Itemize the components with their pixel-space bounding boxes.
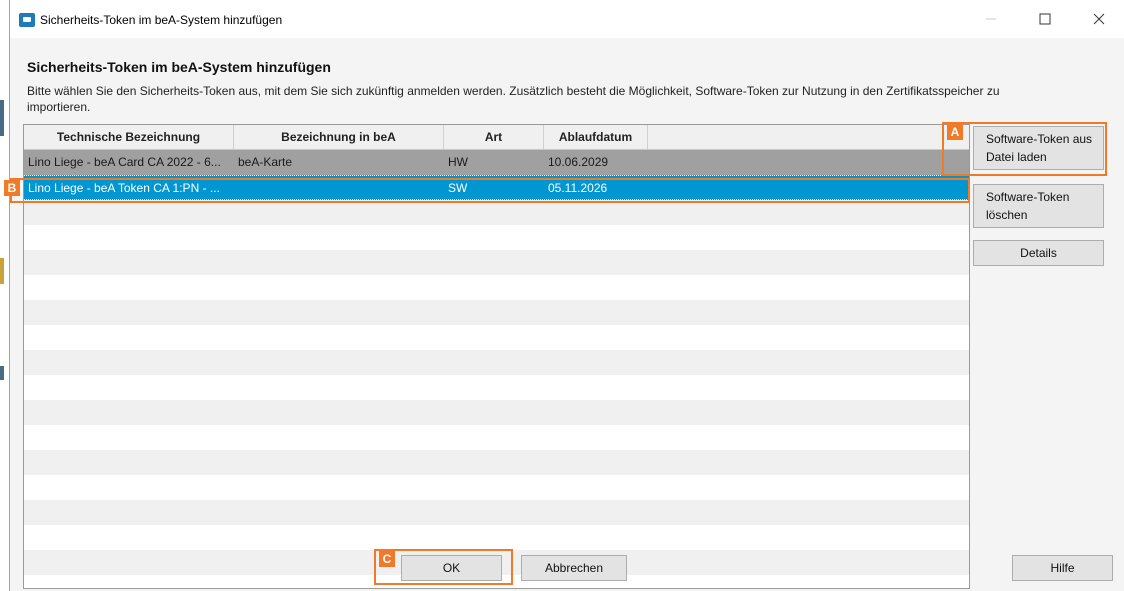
- cell-technical-name: Lino Liege - beA Card CA 2022 - 6...: [28, 155, 221, 169]
- title-bar: Sicherheits-Token im beA-System hinzufüg…: [10, 0, 1124, 38]
- empty-row: [24, 225, 969, 250]
- empty-row: [24, 300, 969, 325]
- annotation-box-b: [10, 178, 970, 203]
- empty-row: [24, 275, 969, 300]
- dialog-heading: Sicherheits-Token im beA-System hinzufüg…: [27, 59, 331, 75]
- column-header[interactable]: Art: [444, 125, 544, 149]
- column-header[interactable]: Bezeichnung in beA: [234, 125, 444, 149]
- delete-software-token-button[interactable]: Software-Token löschen: [973, 184, 1104, 228]
- cell-type: HW: [448, 155, 468, 169]
- edge-marker: [0, 100, 4, 136]
- empty-row: [24, 200, 969, 225]
- empty-row: [24, 525, 969, 550]
- close-icon[interactable]: [1076, 4, 1122, 34]
- edge-marker: [0, 258, 4, 284]
- table-body: Lino Liege - beA Card CA 2022 - 6... beA…: [24, 150, 969, 575]
- column-header: [648, 125, 969, 149]
- dialog-description: Bitte wählen Sie den Sicherheits-Token a…: [27, 84, 1000, 114]
- annotation-label-c: C: [379, 551, 395, 567]
- app-icon: [19, 13, 35, 27]
- empty-row: [24, 450, 969, 475]
- edge-marker: [0, 366, 4, 380]
- background-window-edge: [0, 0, 10, 591]
- table-row[interactable]: Lino Liege - beA Card CA 2022 - 6... beA…: [24, 150, 969, 175]
- table-header: Technische Bezeichnung Bezeichnung in be…: [24, 125, 969, 150]
- column-header[interactable]: Ablaufdatum: [544, 125, 648, 149]
- cell-empty: [648, 150, 969, 175]
- empty-row: [24, 250, 969, 275]
- empty-row: [24, 500, 969, 525]
- token-dialog: Sicherheits-Token im beA-System hinzufüg…: [4, 38, 1124, 591]
- window-title: Sicherheits-Token im beA-System hinzufüg…: [40, 13, 283, 27]
- empty-row: [24, 350, 969, 375]
- details-button[interactable]: Details: [973, 240, 1104, 266]
- empty-row: [24, 325, 969, 350]
- cell-bea-name: beA-Karte: [238, 155, 293, 169]
- empty-row: [24, 475, 969, 500]
- cell-expiry-date: 10.06.2029: [548, 155, 609, 169]
- empty-row: [24, 375, 969, 400]
- annotation-box-a: [942, 122, 1107, 176]
- help-button[interactable]: Hilfe: [1012, 555, 1113, 581]
- maximize-icon[interactable]: [1022, 4, 1068, 34]
- minimize-icon[interactable]: [968, 4, 1014, 34]
- column-header[interactable]: Technische Bezeichnung: [24, 125, 234, 149]
- empty-row: [24, 400, 969, 425]
- empty-row: [24, 425, 969, 450]
- annotation-label-a: A: [947, 124, 963, 140]
- annotation-label-b: B: [4, 180, 20, 196]
- cancel-button[interactable]: Abbrechen: [521, 555, 627, 581]
